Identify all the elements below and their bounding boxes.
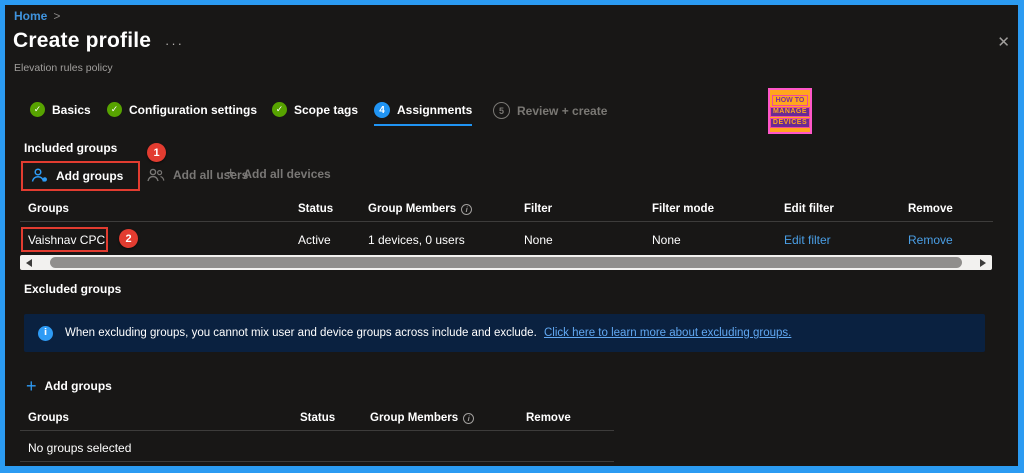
- breadcrumb-home-link[interactable]: Home: [14, 9, 47, 23]
- annotation-badge-1: 1: [147, 143, 166, 162]
- divider: [20, 430, 614, 431]
- column-header-group-members-label: Group Members: [368, 203, 457, 215]
- status-cell: Active: [298, 233, 331, 247]
- column-header-status: Status: [298, 203, 334, 215]
- column-header-group-members: Group Members i: [368, 203, 473, 215]
- filter-mode-cell: None: [652, 233, 681, 247]
- create-profile-panel: Home > Create profile ··· ✕ Elevation rul…: [0, 0, 1024, 473]
- close-icon[interactable]: ✕: [997, 33, 1010, 51]
- check-icon: ✓: [272, 102, 287, 117]
- add-groups-label: Add groups: [56, 168, 124, 183]
- divider: [20, 221, 993, 222]
- people-icon: [147, 168, 165, 182]
- info-banner-message: When excluding groups, you cannot mix us…: [65, 327, 537, 339]
- step-number-icon: 4: [374, 102, 390, 118]
- annotation-badge-2: 2: [119, 229, 138, 248]
- page-subtitle: Elevation rules policy: [14, 62, 113, 74]
- tab-configuration-settings[interactable]: ✓ Configuration settings: [107, 102, 257, 123]
- excluded-groups-heading: Excluded groups: [24, 282, 122, 296]
- tab-scope-tags-label: Scope tags: [294, 102, 359, 117]
- filter-cell: None: [524, 233, 553, 247]
- column-header-edit-filter: Edit filter: [784, 203, 834, 215]
- breadcrumb: Home >: [14, 9, 60, 23]
- scroll-right-arrow-icon[interactable]: [980, 259, 986, 267]
- tab-review-create[interactable]: 5 Review + create: [493, 102, 607, 125]
- info-banner-link[interactable]: Click here to learn more about excluding…: [544, 327, 791, 339]
- remove-link[interactable]: Remove: [908, 233, 953, 247]
- info-banner-text: When excluding groups, you cannot mix us…: [65, 327, 791, 339]
- htmd-logo: HOW TO MANAGE DEVICES: [768, 88, 812, 134]
- column-header-remove: Remove: [526, 412, 571, 424]
- tab-basics-label: Basics: [52, 102, 91, 117]
- column-header-remove: Remove: [908, 203, 953, 215]
- htmd-logo-line3: DEVICES: [769, 117, 811, 128]
- tab-basics[interactable]: ✓ Basics: [30, 102, 91, 123]
- column-header-groups: Groups: [28, 203, 69, 215]
- add-all-devices-label: Add all devices: [243, 167, 331, 181]
- group-members-cell: 1 devices, 0 users: [368, 233, 465, 247]
- tab-assignments[interactable]: 4 Assignments: [374, 102, 473, 126]
- info-banner-icon: i: [38, 325, 53, 341]
- excluded-add-groups-button[interactable]: + Add groups: [26, 376, 112, 396]
- excluded-add-groups-label: Add groups: [44, 379, 112, 393]
- tab-scope-tags[interactable]: ✓ Scope tags: [272, 102, 358, 123]
- plus-icon: +: [226, 165, 236, 182]
- horizontal-scrollbar[interactable]: [20, 255, 992, 270]
- page-title: Create profile: [13, 29, 152, 52]
- column-header-filter: Filter: [524, 203, 553, 215]
- included-groups-heading: Included groups: [24, 141, 118, 155]
- group-name-cell: Vaishnav CPC: [28, 233, 106, 247]
- htmd-logo-line2: MANAGE: [769, 106, 811, 117]
- divider: [20, 461, 614, 462]
- info-icon[interactable]: i: [461, 203, 473, 215]
- tab-assignments-label: Assignments: [397, 103, 473, 117]
- edit-filter-link[interactable]: Edit filter: [784, 233, 831, 247]
- column-header-filter-mode: Filter mode: [652, 203, 714, 215]
- column-header-groups: Groups: [28, 412, 69, 424]
- check-icon: ✓: [107, 102, 122, 117]
- tab-configuration-settings-label: Configuration settings: [129, 102, 257, 117]
- breadcrumb-chevron-icon: >: [53, 9, 61, 23]
- more-options-button[interactable]: ···: [165, 36, 184, 51]
- column-header-group-members-label: Group Members: [370, 412, 459, 424]
- info-icon[interactable]: i: [463, 412, 475, 424]
- scroll-left-arrow-icon[interactable]: [26, 259, 32, 267]
- htmd-logo-line1: HOW TO: [771, 94, 809, 106]
- person-add-icon: [31, 168, 47, 182]
- column-header-status: Status: [300, 412, 336, 424]
- column-header-group-members: Group Members i: [370, 412, 475, 424]
- add-all-devices-button[interactable]: + Add all devices: [226, 165, 331, 182]
- info-banner: i When excluding groups, you cannot mix …: [24, 314, 985, 352]
- plus-icon: +: [26, 376, 37, 396]
- tab-review-create-label: Review + create: [517, 103, 608, 118]
- add-groups-button[interactable]: Add groups: [31, 168, 123, 183]
- step-number-icon: 5: [493, 102, 510, 119]
- empty-state-text: No groups selected: [28, 441, 132, 455]
- check-icon: ✓: [30, 102, 45, 117]
- scrollbar-thumb[interactable]: [50, 257, 962, 268]
